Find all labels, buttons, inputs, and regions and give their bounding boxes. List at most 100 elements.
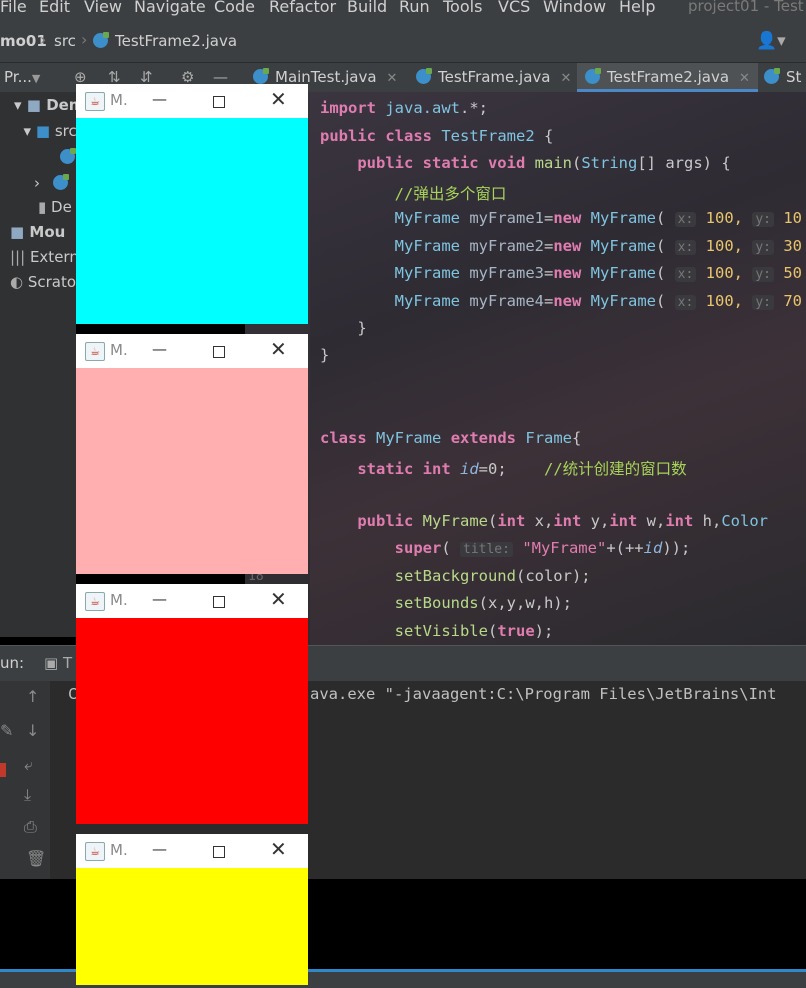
- java-class-icon: [764, 68, 780, 84]
- menu-code[interactable]: Code: [214, 0, 255, 16]
- menu-build[interactable]: Build: [347, 0, 387, 16]
- close-icon[interactable]: ✕: [270, 337, 287, 361]
- java-class-icon[interactable]: [60, 148, 76, 166]
- project-panel-label: Pr...: [4, 68, 32, 86]
- close-icon[interactable]: ✕: [270, 87, 287, 111]
- tree-item-demo[interactable]: ▾ ■ Demo: [14, 96, 76, 114]
- menu-navigate[interactable]: Navigate: [134, 0, 206, 16]
- code-line: public static void main(String[] args) {: [357, 154, 731, 172]
- close-icon[interactable]: ✕: [560, 71, 571, 86]
- tree-item-mou[interactable]: ■ Mou: [10, 223, 65, 241]
- code-line: }: [320, 346, 330, 364]
- code-line: MyFrame myFrame2=new MyFrame( x: 100, y:…: [394, 237, 803, 255]
- menu-run[interactable]: Run: [399, 0, 430, 16]
- maximize-icon[interactable]: [213, 96, 225, 108]
- maximize-icon[interactable]: [213, 596, 225, 608]
- menu-vcs[interactable]: VCS: [498, 0, 530, 16]
- java-class-icon: [416, 68, 432, 84]
- minimize-icon[interactable]: —: [152, 340, 167, 358]
- code-line: static int id=0; //统计创建的窗口数: [357, 460, 687, 478]
- run-label: un:: [0, 654, 25, 672]
- trash-icon[interactable]: 🗑: [26, 849, 46, 868]
- java-class-icon: [585, 68, 601, 84]
- minimize-icon[interactable]: —: [152, 590, 167, 608]
- breadcrumb-separator-icon: ›: [40, 30, 47, 49]
- code-line: //弹出多个窗口: [394, 185, 507, 203]
- code-line: MyFrame myFrame3=new MyFrame( x: 100, y:…: [394, 264, 803, 282]
- menu-edit[interactable]: Edit: [39, 0, 70, 16]
- frame-canvas: [76, 118, 308, 324]
- breadcrumb-separator-icon: ›: [81, 30, 88, 49]
- print-icon[interactable]: ⎙: [24, 817, 37, 837]
- java-icon: ☕: [85, 342, 105, 361]
- java-icon: ☕: [85, 92, 105, 111]
- frame-title-bar[interactable]: ☕ M. — ✕: [76, 334, 308, 368]
- java-icon: ☕: [85, 592, 105, 611]
- tab-testframe[interactable]: TestFrame.java ✕: [408, 63, 579, 92]
- menu-help[interactable]: Help: [619, 0, 655, 16]
- code-line: setVisible(true);: [394, 622, 554, 640]
- java-frame-3[interactable]: ☕ M. — ✕: [76, 584, 308, 824]
- user-icon[interactable]: 👤▾: [756, 31, 786, 51]
- frame-title: M.: [110, 341, 128, 359]
- arrow-up-icon[interactable]: ↑: [26, 687, 39, 706]
- window-title: project01 - Test: [688, 0, 804, 15]
- code-line: class MyFrame extends Frame{: [320, 429, 582, 447]
- tree-item-de[interactable]: ▮ De: [38, 198, 72, 216]
- menu-window[interactable]: Window: [543, 0, 606, 16]
- run-tab-icon[interactable]: ▣ T: [44, 654, 72, 672]
- frame-title: M.: [110, 91, 128, 109]
- arrow-down-icon[interactable]: ↓: [26, 721, 39, 740]
- code-line: }: [320, 319, 367, 337]
- frame-title-bar[interactable]: ☕ M. — ✕: [76, 834, 308, 868]
- tree-item-external[interactable]: ||| Extern: [10, 248, 76, 266]
- menu-view[interactable]: View: [84, 0, 122, 16]
- code-editor[interactable]: import java.awt.*; public class TestFram…: [310, 92, 806, 645]
- soft-wrap-icon[interactable]: ⤶: [24, 755, 33, 775]
- close-icon[interactable]: ✕: [270, 587, 287, 611]
- frame-title-bar[interactable]: ☕ M. — ✕: [76, 84, 308, 118]
- minimize-icon[interactable]: —: [152, 840, 167, 858]
- menu-file[interactable]: File: [0, 0, 27, 16]
- menu-refactor[interactable]: Refactor: [269, 0, 336, 16]
- breadcrumb-file[interactable]: TestFrame2.java: [93, 32, 237, 50]
- java-frame-2[interactable]: ☕ M. — ✕: [76, 334, 308, 574]
- close-icon[interactable]: ✕: [387, 71, 398, 86]
- java-frame-1[interactable]: ☕ M. — ✕: [76, 84, 308, 324]
- tree-item-src[interactable]: ▾ ■ src: [14, 122, 76, 140]
- breadcrumb-folder[interactable]: src: [54, 32, 76, 50]
- console-output: ava.exe "-javaagent:C:\Program Files\Jet…: [310, 685, 777, 703]
- frame-title: M.: [110, 841, 128, 859]
- code-line: public class TestFrame2 {: [320, 127, 554, 145]
- code-line: import java.awt.*;: [320, 99, 488, 117]
- close-icon[interactable]: ✕: [739, 71, 750, 86]
- menu-tools[interactable]: Tools: [443, 0, 482, 16]
- tab-testframe2[interactable]: TestFrame2.java ✕: [577, 63, 758, 92]
- project-panel: ▾ ■ Demo ▾ ■ src › ▮ De ■ Mou ||| Extern…: [0, 92, 76, 637]
- close-icon[interactable]: ✕: [270, 837, 287, 861]
- scroll-to-end-icon[interactable]: ⤓: [24, 785, 31, 805]
- tree-item-collapsed[interactable]: ›: [34, 174, 75, 192]
- tab-st[interactable]: St: [758, 63, 806, 92]
- tab-label: TestFrame.java: [438, 68, 551, 86]
- java-frame-4[interactable]: ☕ M. — ✕: [76, 834, 308, 985]
- tree-item-scratches[interactable]: ◐ Scrato: [10, 273, 76, 291]
- code-line: super( title: "MyFrame"+(++id));: [394, 539, 691, 557]
- minimize-icon[interactable]: —: [152, 90, 167, 108]
- maximize-icon[interactable]: [213, 846, 225, 858]
- code-line: MyFrame myFrame4=new MyFrame( x: 100, y:…: [394, 292, 803, 310]
- code-line: setBounds(x,y,w,h);: [394, 594, 572, 612]
- wrench-icon[interactable]: ✎: [0, 721, 13, 740]
- run-toolbar: ↑ ↓ ⤶ ⤓ ⎙ 🗑 ✎: [0, 681, 50, 879]
- menu-bar: File Edit View Navigate Code Refactor Bu…: [0, 0, 806, 22]
- code-line: MyFrame myFrame1=new MyFrame( x: 100, y:…: [394, 209, 803, 227]
- maximize-icon[interactable]: [213, 346, 225, 358]
- java-class-icon: [253, 68, 269, 84]
- java-icon: ☕: [85, 842, 105, 861]
- java-class-icon: [93, 32, 109, 48]
- project-tool-button[interactable]: Pr...▼: [0, 63, 40, 92]
- frame-canvas: [76, 618, 308, 824]
- stop-icon[interactable]: [0, 763, 6, 777]
- tab-label: St: [786, 68, 802, 86]
- frame-title-bar[interactable]: ☕ M. — ✕: [76, 584, 308, 618]
